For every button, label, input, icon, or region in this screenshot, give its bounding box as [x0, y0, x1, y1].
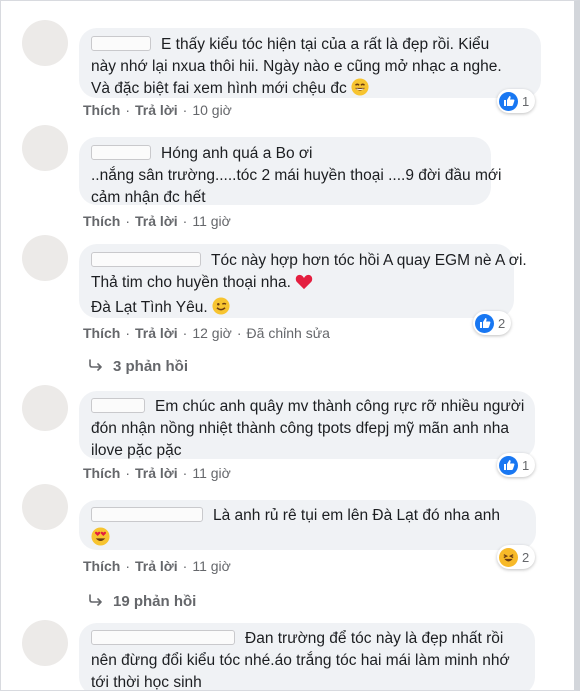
comment-text-line: ilove pặc pặc [91, 442, 182, 459]
like-button[interactable]: Thích [83, 465, 120, 481]
author-name-redacted[interactable] [91, 145, 151, 160]
timestamp[interactable]: 12 giờ [192, 325, 232, 341]
avatar[interactable] [22, 125, 68, 171]
avatar[interactable] [22, 20, 68, 66]
comment-text-line: nên đừng đổi kiểu tóc nhé.áo trắng tóc h… [91, 652, 510, 669]
timestamp[interactable]: 11 giờ [192, 558, 231, 574]
comment-text-line: Và đặc biệt fai xem hình mới chệu đc [91, 80, 347, 97]
reaction-count: 1 [522, 93, 530, 109]
comment-text-line: Đan trường để tóc này là đẹp nhất rồi [245, 630, 504, 647]
comment-text-line: E thấy kiểu tóc hiện tại của a rất là đẹ… [161, 36, 490, 53]
timestamp[interactable]: 10 giờ [192, 102, 232, 118]
timestamp[interactable]: 11 giờ [192, 465, 231, 481]
reply-button[interactable]: Trả lời [135, 325, 178, 341]
replies-count: 19 phản hồi [113, 593, 197, 610]
comment-bubble: Tóc này hợp hơn tóc hồi A quay EGM nè A … [79, 244, 527, 318]
haha-reaction-icon [499, 547, 518, 567]
comment-text-line: Tóc này hợp hơn tóc hồi A quay EGM nè A … [211, 252, 527, 269]
author-name-redacted[interactable] [91, 252, 201, 267]
comment-text-line: Đà Lạt Tình Yêu. [91, 299, 208, 316]
reaction-count-pill[interactable]: 2 [497, 545, 536, 569]
like-button[interactable]: Thích [83, 213, 120, 229]
author-name-redacted[interactable] [91, 507, 203, 522]
like-reaction-icon [475, 313, 494, 333]
comment-text-line: Thả tim cho huyền thoại nha. [91, 274, 291, 291]
comment-text-line: đón nhận nồng nhiệt thành công tpots dfe… [91, 420, 509, 437]
red-heart-emoji-icon [295, 274, 313, 297]
comment-text-line: cảm nhận đc hết [91, 189, 206, 206]
comment-text-line: ..nắng sân trường.....tóc 2 mái huyền th… [91, 167, 502, 184]
view-replies-link[interactable]: 19 phản hồi [89, 593, 196, 610]
reply-button[interactable]: Trả lời [135, 465, 178, 481]
like-button[interactable]: Thích [83, 325, 120, 341]
comment-bubble: Hóng anh quá a Bo ơi ..nắng sân trường..… [79, 137, 502, 206]
like-reaction-icon [499, 455, 518, 475]
comment-actions: Thích · Trả lời · 11 giờ [83, 465, 231, 481]
author-name-redacted[interactable] [91, 36, 151, 51]
winking-emoji-icon [212, 297, 230, 322]
reply-arrow-icon [89, 593, 103, 610]
reaction-count-pill[interactable]: 2 [473, 311, 512, 335]
heart-eyes-emoji-icon [91, 527, 110, 553]
comment-text-line: tới thời học sinh [91, 674, 202, 691]
comment-bubble: E thấy kiểu tóc hiện tại của a rất là đẹ… [79, 28, 541, 98]
comment-actions: Thích · Trả lời · 11 giờ [83, 558, 231, 574]
reaction-count-pill[interactable]: 1 [497, 89, 536, 113]
comment-actions: Thích · Trả lời · 10 giờ [83, 102, 232, 118]
comment-text-line: này nhớ lại nxua thôi hii. Ngày nào e cũ… [91, 58, 502, 75]
avatar[interactable] [22, 385, 68, 431]
like-button[interactable]: Thích [83, 102, 120, 118]
comment-bubble: Đan trường để tóc này là đẹp nhất rồi nê… [79, 623, 535, 691]
replies-count: 3 phản hồi [113, 358, 188, 375]
comment-text-line: Em chúc anh quây mv thành công rực rỡ nh… [155, 398, 525, 415]
reaction-count: 1 [522, 457, 530, 473]
comment-bubble: Em chúc anh quây mv thành công rực rỡ nh… [79, 391, 535, 459]
avatar[interactable] [22, 484, 68, 530]
comment-text-line: Hóng anh quá a Bo ơi [161, 145, 313, 162]
comment-bubble: Là anh rủ rê tụi em lên Đà Lạt đó nha an… [79, 500, 536, 550]
comment-text-line: Là anh rủ rê tụi em lên Đà Lạt đó nha an… [213, 507, 500, 524]
view-replies-link[interactable]: 3 phản hồi [89, 358, 188, 375]
like-button[interactable]: Thích [83, 558, 120, 574]
avatar[interactable] [22, 235, 68, 281]
reaction-count: 2 [498, 315, 506, 331]
timestamp[interactable]: 11 giờ [192, 213, 231, 229]
avatar[interactable] [22, 620, 68, 666]
grinning-emoji-icon [351, 78, 369, 103]
like-reaction-icon [499, 91, 518, 111]
reaction-count-pill[interactable]: 1 [497, 453, 536, 477]
comment-actions: Thích · Trả lời · 11 giờ [83, 213, 231, 229]
reply-button[interactable]: Trả lời [135, 213, 178, 229]
comments-panel: E thấy kiểu tóc hiện tại của a rất là đẹ… [0, 0, 580, 691]
reply-arrow-icon [89, 358, 103, 375]
edited-label[interactable]: Đã chỉnh sửa [247, 325, 330, 341]
reply-button[interactable]: Trả lời [135, 558, 178, 574]
reply-button[interactable]: Trả lời [135, 102, 178, 118]
reaction-count: 2 [522, 549, 530, 565]
author-name-redacted[interactable] [91, 630, 235, 645]
author-name-redacted[interactable] [91, 398, 145, 413]
comment-actions: Thích · Trả lời · 12 giờ · Đã chỉnh sửa [83, 325, 330, 341]
